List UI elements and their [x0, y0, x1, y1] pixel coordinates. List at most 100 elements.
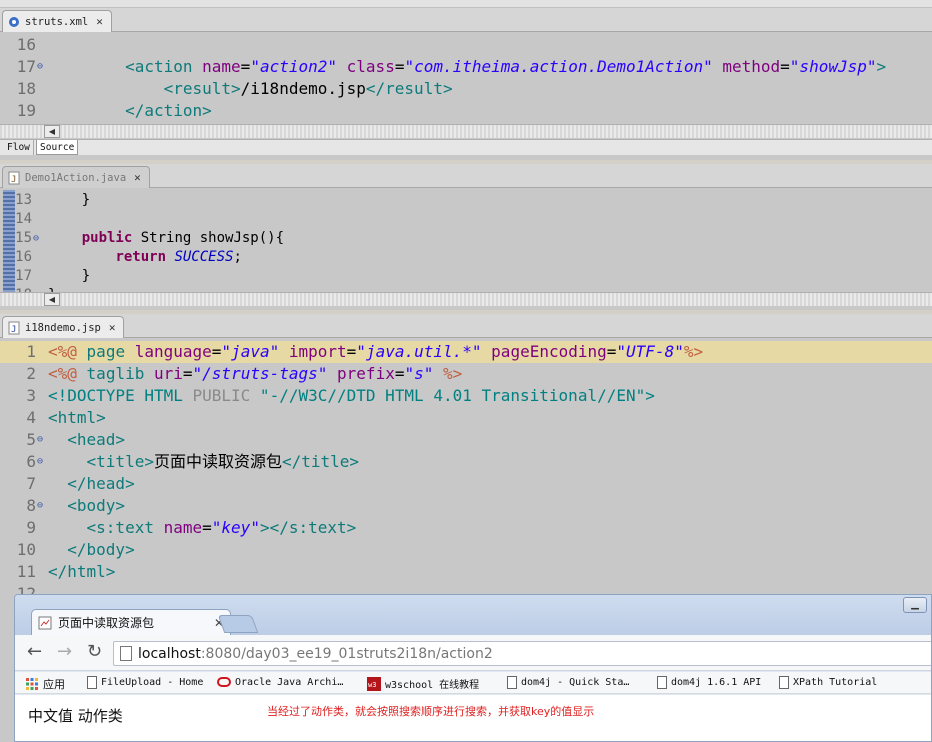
line-number: 3: [26, 386, 36, 405]
code-text: <body>: [67, 496, 126, 515]
code-area-struts-xml[interactable]: 16 17 ⊖ <action name="action2" class="com.…: [0, 34, 932, 122]
code-line[interactable]: 1 <%@ page language="java" import="java.u…: [0, 341, 932, 363]
line-number: 9: [26, 518, 36, 537]
address-bar[interactable]: localhost:8080/day03_ee19_01struts2i18n/…: [113, 641, 931, 666]
fold-toggle-icon[interactable]: ⊖: [33, 229, 39, 248]
new-tab-button[interactable]: [217, 615, 259, 633]
w3school-logo-icon: w3: [367, 676, 381, 691]
code-text: <!DOCTYPE HTML PUBLIC "-//W3C//DTD HTML …: [48, 386, 655, 405]
fold-toggle-icon[interactable]: ⊖: [37, 495, 43, 517]
close-icon[interactable]: ✕: [96, 15, 103, 28]
code-line[interactable]: 14: [0, 210, 932, 229]
code-text: }: [48, 192, 91, 208]
code-area-i18ndemo-jsp[interactable]: 1 <%@ page language="java" import="java.u…: [0, 341, 932, 605]
code-line[interactable]: 5 ⊖ <head>: [0, 429, 932, 451]
code-text: </head>: [67, 474, 135, 493]
scroll-left-icon[interactable]: ◀: [44, 293, 60, 306]
code-line[interactable]: 9 <s:text name="key"></s:text>: [0, 517, 932, 539]
line-number: 8: [26, 496, 36, 515]
code-text: <result>/i18ndemo.jsp</result>: [163, 79, 453, 98]
page-icon: [120, 646, 132, 661]
code-line[interactable]: 17 }: [0, 267, 932, 286]
code-line[interactable]: 10 </body>: [0, 539, 932, 561]
close-icon[interactable]: ✕: [134, 171, 141, 184]
code-text: <title>页面中读取资源包</title>: [86, 452, 360, 471]
code-line[interactable]: 17 ⊖ <action name="action2" class="com.it…: [0, 56, 932, 78]
tab-label: Demo1Action.java: [25, 171, 127, 184]
code-line[interactable]: 11 </html>: [0, 561, 932, 583]
line-number: 5: [26, 430, 36, 449]
minimize-icon[interactable]: ▁: [903, 597, 927, 613]
bookmark-label: dom4j - Quick Sta…: [521, 677, 630, 688]
oracle-logo-icon: [217, 677, 231, 687]
bookmark-xpath-tutorial[interactable]: XPath Tutorial: [779, 676, 877, 689]
code-line[interactable]: 7 </head>: [0, 473, 932, 495]
jsp-file-icon: J: [8, 321, 20, 335]
bookmark-apps[interactable]: 应用: [25, 676, 65, 692]
bookmark-dom4j-api[interactable]: dom4j 1.6.1 API: [657, 676, 761, 689]
scroll-left-icon[interactable]: ◀: [44, 125, 60, 138]
code-line[interactable]: 15 ⊖ public String showJsp(){: [0, 229, 932, 248]
code-line[interactable]: 13 }: [0, 191, 932, 210]
bookmark-oracle[interactable]: Oracle Java Archi…: [217, 676, 343, 688]
code-line[interactable]: 19 </action>: [0, 100, 932, 122]
tab-struts-xml[interactable]: struts.xml ✕: [2, 10, 112, 32]
bookmark-label: 应用: [43, 678, 65, 691]
code-line[interactable]: 6 ⊖ <title>页面中读取资源包</title>: [0, 451, 932, 473]
tab-flow[interactable]: Flow: [4, 140, 34, 155]
code-text: </body>: [67, 540, 135, 559]
code-text: </action>: [125, 101, 212, 120]
reload-icon[interactable]: ↻: [87, 643, 102, 661]
editor-pane-struts-xml: struts.xml ✕ 16 17 ⊖ <action name="action2…: [0, 8, 932, 160]
line-number: 14: [15, 211, 32, 227]
tab-source[interactable]: Source: [36, 140, 79, 155]
code-text: return SUCCESS;: [115, 249, 242, 265]
tab-label: struts.xml: [25, 15, 89, 28]
close-icon[interactable]: ✕: [109, 321, 116, 334]
page-favicon-icon: [38, 616, 52, 629]
browser-tab-title: 页面中读取资源包: [58, 616, 155, 630]
tab-demo1action-java[interactable]: J Demo1Action.java ✕: [2, 166, 150, 188]
fold-toggle-icon[interactable]: ⊖: [37, 429, 43, 451]
code-text: <html>: [48, 408, 106, 427]
document-icon: [779, 676, 789, 689]
code-text: </html>: [48, 562, 116, 581]
horizontal-scrollbar[interactable]: ◀: [0, 124, 932, 138]
code-line[interactable]: 16 return SUCCESS;: [0, 248, 932, 267]
fold-toggle-icon[interactable]: ⊖: [37, 56, 43, 78]
code-text: <head>: [67, 430, 126, 449]
fold-toggle-icon[interactable]: ⊖: [37, 451, 43, 473]
code-line[interactable]: 18 <result>/i18ndemo.jsp</result>: [0, 78, 932, 100]
apps-grid-icon: [26, 678, 38, 690]
line-number: 17: [16, 57, 36, 76]
editor-mode-tabs: Flow Source: [0, 139, 932, 155]
bookmark-fileupload[interactable]: FileUpload - Home: [87, 676, 203, 689]
bookmark-w3school[interactable]: w3 w3school 在线教程: [367, 676, 479, 691]
bookmark-dom4j-quickstart[interactable]: dom4j - Quick Sta…: [507, 676, 629, 689]
code-line[interactable]: 8 ⊖ <body>: [0, 495, 932, 517]
svg-text:w3: w3: [368, 681, 376, 689]
tab-i18ndemo-jsp[interactable]: J i18ndemo.jsp ✕: [2, 316, 125, 338]
bookmark-label: XPath Tutorial: [793, 677, 878, 688]
code-area-demo1action[interactable]: 13 } 14 15 ⊖ public String showJsp(){16 ret…: [0, 191, 932, 305]
url-path: :8080/day03_ee19_01struts2i18n/action2: [200, 645, 493, 662]
code-text: <%@ taglib uri="/struts-tags" prefix="s"…: [48, 364, 463, 383]
code-line[interactable]: 16: [0, 34, 932, 56]
browser-tabstrip: 页面中读取资源包 ✕ ▁: [15, 595, 931, 635]
horizontal-scrollbar[interactable]: ◀: [0, 292, 932, 306]
line-number: 7: [26, 474, 36, 493]
editor-tabbar: J Demo1Action.java ✕: [0, 164, 932, 188]
document-icon: [87, 676, 97, 689]
back-arrow-icon[interactable]: ←: [27, 643, 42, 661]
code-line[interactable]: 2 <%@ taglib uri="/struts-tags" prefix="s…: [0, 363, 932, 385]
bookmark-label: FileUpload - Home: [101, 677, 204, 688]
forward-arrow-icon[interactable]: →: [57, 643, 72, 661]
java-file-icon: J: [8, 171, 20, 185]
code-line[interactable]: 3 <!DOCTYPE HTML PUBLIC "-//W3C//DTD HTML…: [0, 385, 932, 407]
code-text: public String showJsp(){: [81, 230, 285, 246]
browser-navbar: ← → ↻ localhost:8080/day03_ee19_01struts…: [15, 635, 931, 671]
bookmark-label: w3school 在线教程: [385, 680, 480, 691]
code-line[interactable]: 4 <html>: [0, 407, 932, 429]
browser-tab[interactable]: 页面中读取资源包 ✕: [31, 609, 231, 635]
line-number: 15: [15, 230, 32, 246]
